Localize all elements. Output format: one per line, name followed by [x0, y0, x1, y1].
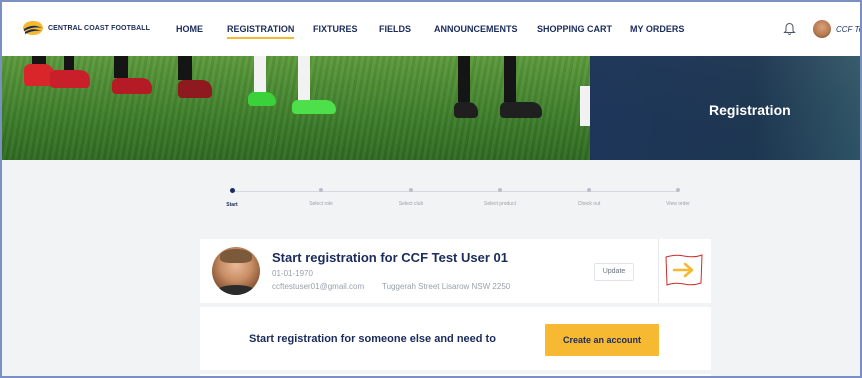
player-boot — [500, 102, 542, 118]
step-start[interactable]: Start — [202, 188, 262, 208]
registration-stepper: Start Select role Select club Select pro… — [217, 182, 697, 212]
player-leg — [178, 56, 192, 80]
bell-icon[interactable] — [783, 22, 796, 36]
avatar-hair — [220, 249, 252, 263]
step-dot — [676, 188, 680, 192]
hero-image — [2, 56, 592, 160]
step-label: Select role — [309, 201, 333, 207]
step-dot — [229, 188, 235, 193]
next-card — [200, 374, 711, 376]
player-sock — [298, 56, 310, 100]
app-frame: CENTRAL COAST FOOTBALL HOME REGISTRATION… — [0, 0, 862, 378]
player-sock — [254, 56, 266, 92]
step-label: Check out — [577, 201, 601, 207]
logo-icon — [23, 21, 43, 35]
step-dot — [498, 188, 502, 192]
step-label: Start — [226, 202, 238, 208]
nav-registration[interactable]: REGISTRATION — [227, 24, 295, 39]
user-avatar[interactable] — [813, 20, 831, 38]
player-boot — [112, 78, 152, 94]
step-label: Select club — [398, 201, 424, 207]
nav-announcements[interactable]: ANNOUNCEMENTS — [434, 24, 518, 34]
nav-home[interactable]: HOME — [176, 24, 203, 34]
nav-shopping-cart[interactable]: SHOPPING CART — [537, 24, 612, 34]
player-boot — [292, 100, 336, 114]
nav-fields[interactable]: FIELDS — [379, 24, 411, 34]
page-title: Registration — [709, 102, 791, 118]
step-view-order[interactable]: View order — [648, 188, 708, 207]
player-leg — [504, 56, 516, 102]
card-divider — [658, 239, 659, 303]
profile-dob: 01-01-1970 — [272, 269, 313, 278]
player-sock — [580, 86, 590, 126]
avatar-shirt — [216, 285, 256, 295]
step-dot — [319, 188, 323, 192]
player-leg — [114, 56, 128, 78]
profile-registration-card[interactable]: Start registration for CCF Test User 01 … — [200, 239, 711, 303]
hero-banner: Registration — [2, 56, 860, 160]
step-check-out[interactable]: Check out — [559, 188, 619, 207]
player-boot — [454, 102, 478, 118]
profile-address: Tuggerah Street Lisarow NSW 2250 — [382, 282, 511, 291]
update-button[interactable]: Update — [594, 263, 634, 281]
other-registration-card: Start registration for someone else and … — [200, 307, 711, 370]
arrow-right-icon[interactable] — [664, 253, 704, 287]
site-logo[interactable]: CENTRAL COAST FOOTBALL — [22, 20, 150, 36]
profile-email: ccftestuser01@gmail.com — [272, 282, 365, 291]
player-boot — [50, 70, 90, 88]
step-select-club[interactable]: Select club — [381, 188, 441, 207]
create-account-button[interactable]: Create an account — [545, 324, 659, 356]
player-boot — [178, 80, 212, 98]
nav-fixtures[interactable]: FIXTURES — [313, 24, 358, 34]
step-label: View order — [666, 201, 690, 207]
step-select-role[interactable]: Select role — [291, 188, 351, 207]
step-dot — [587, 188, 591, 192]
profile-avatar — [212, 247, 260, 295]
player-leg — [458, 56, 470, 102]
step-label: Select product — [484, 201, 516, 207]
user-name[interactable]: CCF Tes — [836, 25, 860, 34]
step-select-product[interactable]: Select product — [470, 188, 530, 207]
other-registration-text: Start registration for someone else and … — [249, 333, 496, 345]
top-nav: CENTRAL COAST FOOTBALL HOME REGISTRATION… — [2, 2, 860, 56]
profile-card-title[interactable]: Start registration for CCF Test User 01 — [272, 250, 508, 265]
nav-my-orders[interactable]: MY ORDERS — [630, 24, 684, 34]
player-boot — [248, 92, 276, 106]
step-dot — [409, 188, 413, 192]
logo-text: CENTRAL COAST FOOTBALL — [48, 24, 151, 32]
